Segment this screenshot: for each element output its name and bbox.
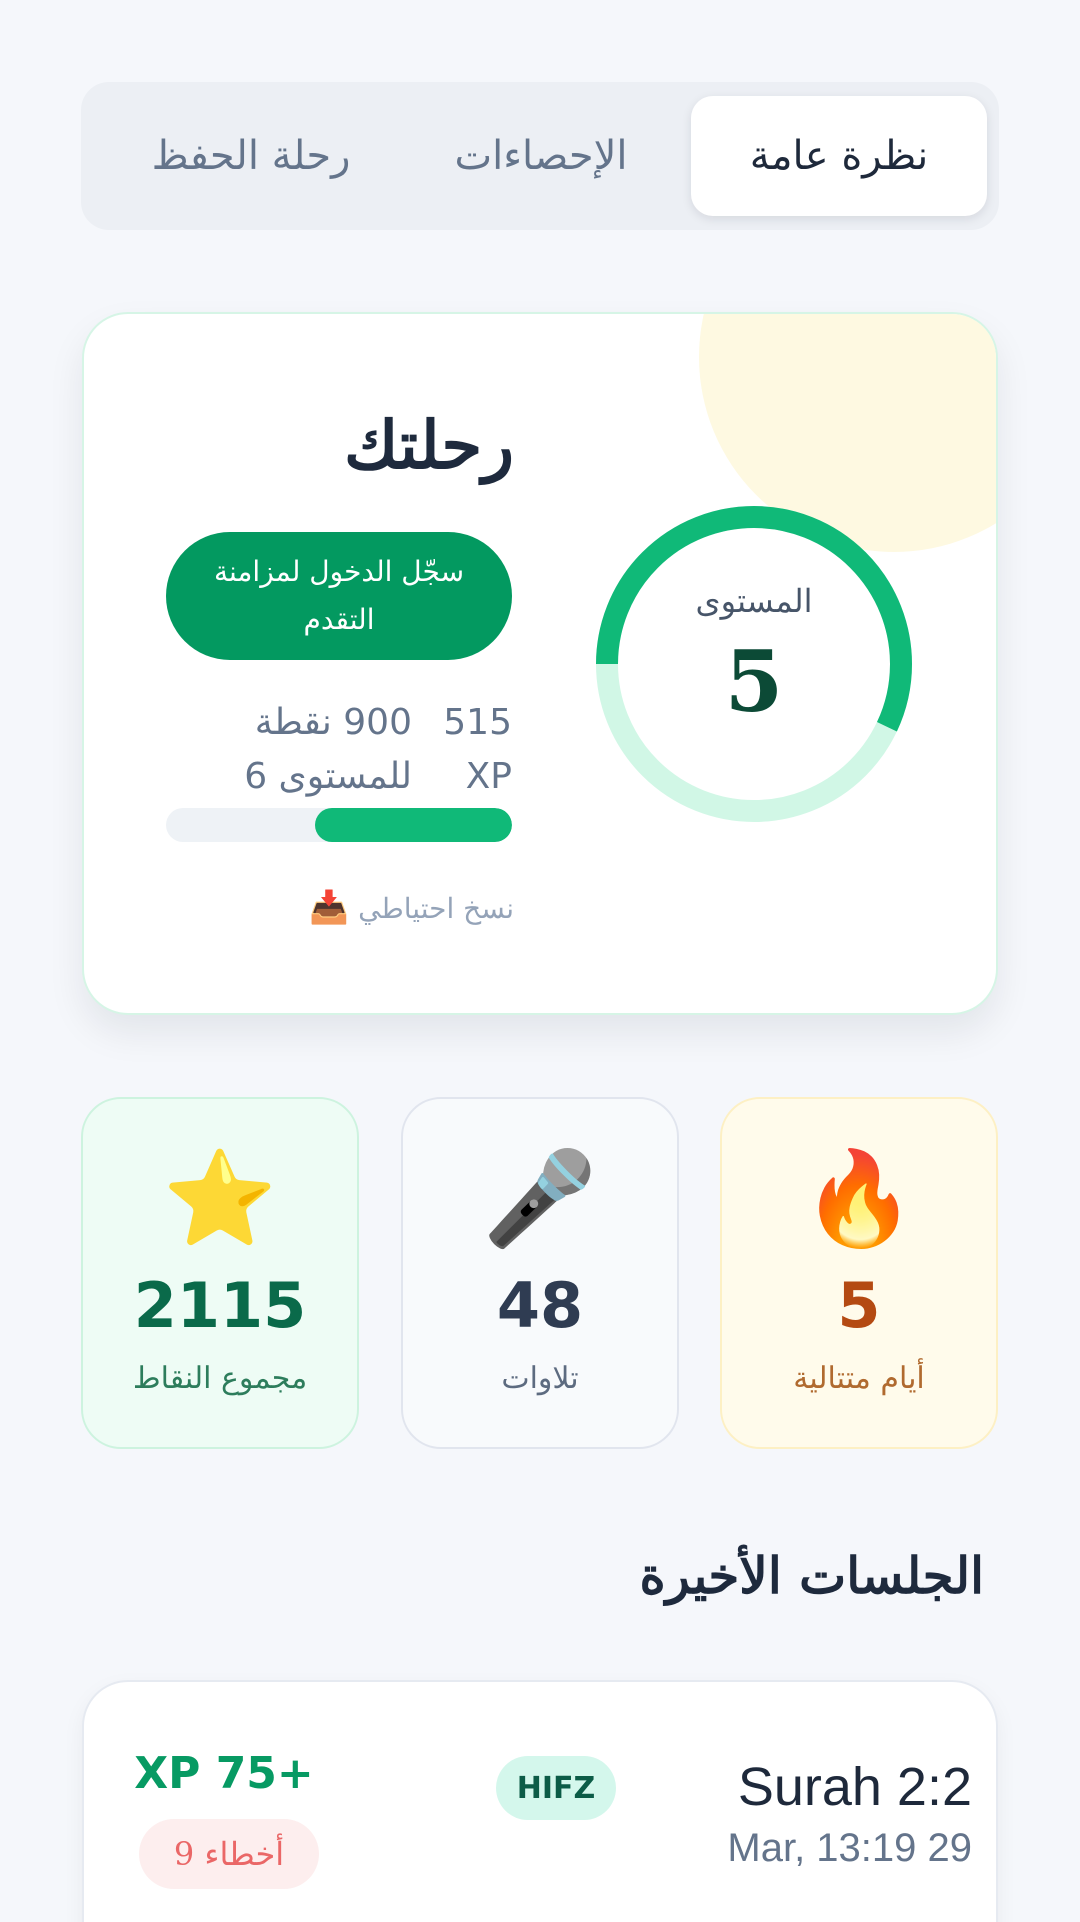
- streak-label: أيام متتالية: [793, 1361, 925, 1396]
- stat-card-recitations: 🎤 48 تلاوات: [401, 1097, 679, 1449]
- journey-title: رحلتك: [343, 406, 514, 484]
- recitations-label: تلاوات: [501, 1361, 579, 1396]
- stat-card-streak: 🔥 5 أيام متتالية: [720, 1097, 998, 1449]
- star-icon: ⭐: [162, 1145, 278, 1252]
- tab-statistics[interactable]: الإحصاءات: [391, 96, 691, 216]
- points-label: مجموع النقاط: [132, 1361, 308, 1396]
- login-sync-button[interactable]: سجّل الدخول لمزامنة التقدم: [166, 532, 512, 660]
- tab-memorization-journey[interactable]: رحلة الحفظ: [111, 96, 391, 216]
- inbox-tray-icon: 📥: [309, 888, 350, 926]
- session-errors-badge: 9 أخطاء: [139, 1819, 319, 1889]
- stat-card-points: ⭐ 2115 مجموع النقاط: [81, 1097, 359, 1449]
- xp-progress-fill: [314, 808, 512, 842]
- backup-link[interactable]: 📥 نسخ احتياطي: [184, 888, 514, 926]
- xp-remaining: 900 نقطة: [254, 702, 412, 743]
- level-label: المستوى: [695, 582, 813, 620]
- recitations-value: 48: [496, 1269, 584, 1342]
- journey-card: المستوى 5 رحلتك سجّل الدخول لمزامنة التق…: [82, 312, 998, 1015]
- session-xp: XP 75+: [134, 1748, 314, 1799]
- fire-icon: 🔥: [801, 1145, 917, 1252]
- points-value: 2115: [133, 1269, 307, 1342]
- backup-label: نسخ احتياطي: [358, 892, 514, 925]
- xp-progress-bar: [166, 808, 512, 842]
- microphone-icon: 🎤: [482, 1145, 598, 1252]
- session-card[interactable]: Surah 2:2 Mar, 13:19 29 HIFZ XP 75+ 9 أخ…: [82, 1680, 998, 1922]
- tab-bar: نظرة عامة الإحصاءات رحلة الحفظ: [81, 82, 999, 230]
- xp-next-level: للمستوى 6: [244, 756, 412, 797]
- xp-summary-line-1: 515 900 نقطة: [166, 702, 512, 756]
- xp-summary-line-2: XP للمستوى 6: [166, 756, 512, 810]
- xp-current: 515: [443, 702, 512, 743]
- tab-overview[interactable]: نظرة عامة: [691, 96, 987, 216]
- session-date: Mar, 13:19 29: [727, 1826, 972, 1870]
- streak-value: 5: [837, 1269, 881, 1342]
- xp-unit: XP: [465, 756, 512, 797]
- recent-sessions-title: الجلسات الأخيرة: [639, 1546, 984, 1605]
- session-type-badge: HIFZ: [496, 1756, 616, 1820]
- level-value: 5: [724, 632, 784, 731]
